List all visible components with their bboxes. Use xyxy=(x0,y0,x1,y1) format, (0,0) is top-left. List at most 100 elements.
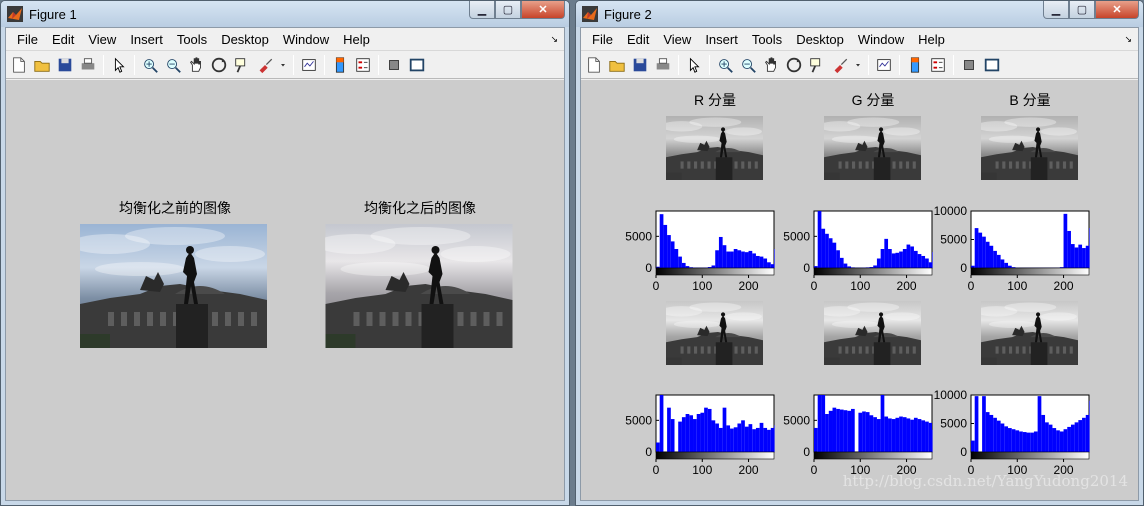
link-plot-icon xyxy=(302,58,316,71)
menu-file[interactable]: File xyxy=(10,28,45,51)
save-button[interactable] xyxy=(630,55,650,75)
histogram-bar xyxy=(733,249,738,268)
histogram-bar xyxy=(741,420,745,452)
figure-1-body: File Edit View Insert Tools Desktop Wind… xyxy=(5,27,565,501)
menu-window[interactable]: Window xyxy=(851,28,911,51)
menu-tools[interactable]: Tools xyxy=(745,28,789,51)
axes-title-after: 均衡化之后的图像 xyxy=(364,200,476,216)
histogram-bar xyxy=(993,250,997,268)
colorbar-button[interactable] xyxy=(905,55,925,75)
menu-tools[interactable]: Tools xyxy=(170,28,214,51)
rotate-3d-button[interactable] xyxy=(209,55,229,75)
menu-edit[interactable]: Edit xyxy=(45,28,81,51)
data-cursor-button[interactable] xyxy=(232,55,252,75)
zoom-out-button[interactable] xyxy=(738,55,758,75)
histogram-bar xyxy=(667,407,671,452)
minimize-button[interactable]: ▁ xyxy=(469,1,495,19)
minimize-button[interactable]: ▁ xyxy=(1043,1,1069,19)
data-cursor-button[interactable] xyxy=(807,55,827,75)
r-channel-after-image xyxy=(666,301,763,365)
histogram-bar xyxy=(891,419,896,452)
zoom-in-button[interactable] xyxy=(715,55,735,75)
dock-arrow-icon[interactable]: ↘ xyxy=(550,34,558,45)
histogram-bar xyxy=(659,214,664,268)
menu-edit[interactable]: Edit xyxy=(620,28,656,51)
menu-help[interactable]: Help xyxy=(911,28,952,51)
new-figure-button[interactable] xyxy=(9,55,29,75)
maximize-button[interactable]: ▢ xyxy=(1069,1,1095,19)
show-plot-tools-button[interactable] xyxy=(407,55,427,75)
menu-insert[interactable]: Insert xyxy=(698,28,745,51)
menu-insert[interactable]: Insert xyxy=(123,28,170,51)
x-tick-label: 200 xyxy=(739,463,759,477)
brush-dropdown-button[interactable] xyxy=(278,55,288,75)
open-file-button[interactable] xyxy=(32,55,52,75)
histogram-bar xyxy=(906,244,911,268)
histogram-bar xyxy=(674,249,679,268)
colorbar-button[interactable] xyxy=(330,55,350,75)
histogram-bar xyxy=(718,427,723,452)
histogram-bar xyxy=(851,408,855,452)
show-plot-tools-button[interactable] xyxy=(982,55,1002,75)
link-plot-icon xyxy=(877,58,891,71)
histogram-bar xyxy=(763,258,768,268)
menu-help[interactable]: Help xyxy=(336,28,377,51)
rotate-3d-button[interactable] xyxy=(784,55,804,75)
cloud xyxy=(95,262,185,276)
print-icon xyxy=(81,57,95,69)
link-plot-button[interactable] xyxy=(874,55,894,75)
close-button[interactable]: ✕ xyxy=(1095,1,1139,19)
zoom-out-button[interactable] xyxy=(163,55,183,75)
window xyxy=(734,161,738,169)
pedestal xyxy=(873,342,891,365)
cloud xyxy=(1040,312,1077,321)
zoom-in-button[interactable] xyxy=(140,55,160,75)
new-figure-button[interactable] xyxy=(584,55,604,75)
brush-button[interactable] xyxy=(255,55,275,75)
brush-dropdown-button[interactable] xyxy=(853,55,863,75)
pan-button[interactable] xyxy=(761,55,781,75)
open-file-button[interactable] xyxy=(607,55,627,75)
histogram-bar xyxy=(1037,396,1042,452)
histogram-bar xyxy=(715,250,719,268)
menu-file[interactable]: File xyxy=(585,28,620,51)
histogram-bar xyxy=(876,419,881,452)
menu-view[interactable]: View xyxy=(81,28,123,51)
link-plot-button[interactable] xyxy=(299,55,319,75)
histogram-bar xyxy=(1056,430,1060,452)
dock-arrow-icon[interactable]: ↘ xyxy=(1124,34,1132,45)
histogram-bar xyxy=(895,417,900,452)
figure-1-titlebar[interactable]: Figure 1 ▁ ▢ ✕ xyxy=(1,1,569,27)
maximize-button[interactable]: ▢ xyxy=(495,1,521,19)
window xyxy=(1049,346,1053,354)
x-tick-label: 200 xyxy=(1054,279,1074,293)
brush-button[interactable] xyxy=(830,55,850,75)
hide-plot-tools-button[interactable] xyxy=(959,55,979,75)
histogram-bar xyxy=(752,429,756,452)
histogram-bar xyxy=(1008,428,1012,452)
hide-plot-tools-button[interactable] xyxy=(384,55,404,75)
print-button[interactable] xyxy=(78,55,98,75)
menu-window[interactable]: Window xyxy=(276,28,336,51)
save-button[interactable] xyxy=(55,55,75,75)
statue-head xyxy=(1035,127,1041,132)
edit-plot-button[interactable] xyxy=(684,55,704,75)
figure-2-titlebar[interactable]: Figure 2 ▁ ▢ ✕ xyxy=(576,1,1143,27)
legend-icon xyxy=(931,57,945,72)
histogram-bar xyxy=(1045,422,1049,452)
menu-desktop[interactable]: Desktop xyxy=(214,28,276,51)
window xyxy=(741,346,745,354)
legend-button[interactable] xyxy=(353,55,373,75)
histogram-bar xyxy=(899,416,903,452)
hide-plot-tools-icon xyxy=(964,59,974,70)
close-button[interactable]: ✕ xyxy=(521,1,565,19)
window xyxy=(680,161,684,169)
menu-desktop[interactable]: Desktop xyxy=(789,28,851,51)
window xyxy=(892,161,896,169)
gray-scale-bar xyxy=(655,267,775,276)
legend-button[interactable] xyxy=(928,55,948,75)
pan-button[interactable] xyxy=(186,55,206,75)
edit-plot-button[interactable] xyxy=(109,55,129,75)
menu-view[interactable]: View xyxy=(656,28,698,51)
print-button[interactable] xyxy=(653,55,673,75)
